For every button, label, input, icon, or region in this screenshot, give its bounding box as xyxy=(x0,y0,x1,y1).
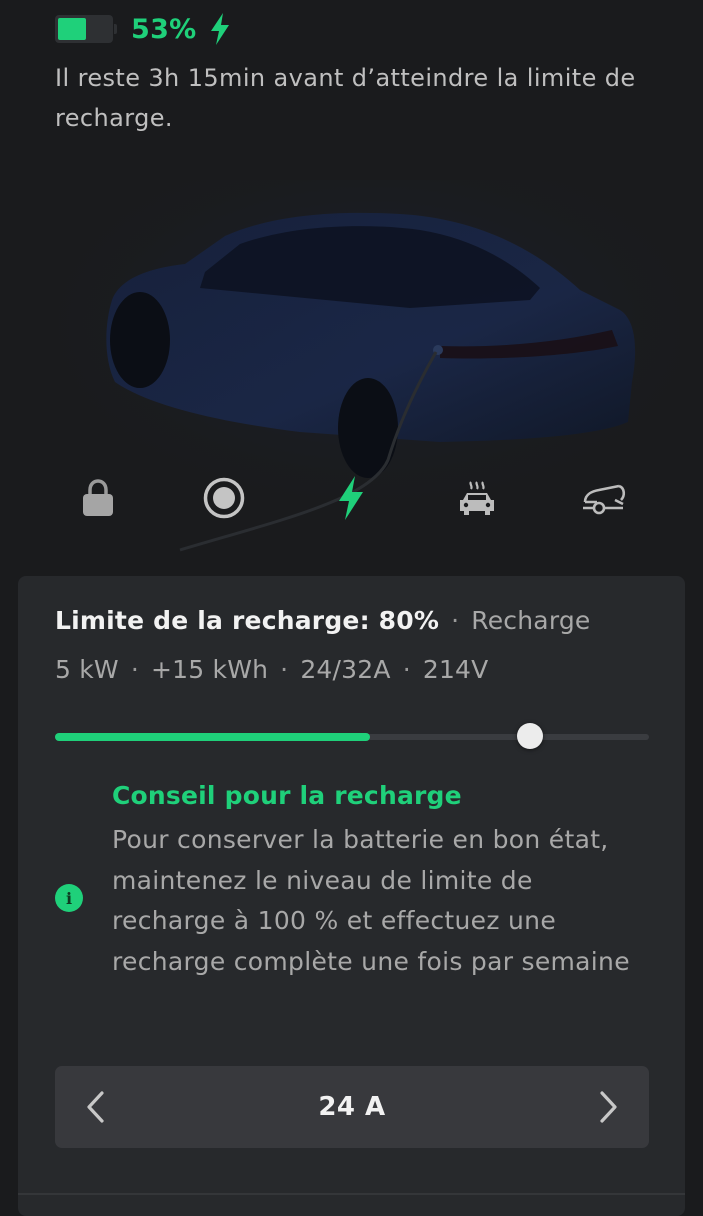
time-remaining-text: Il reste 3h 15min avant d’atteindre la l… xyxy=(55,64,636,132)
tip-body: Pour conserver la batterie en bon état, … xyxy=(112,825,630,976)
current-value: 24/32A xyxy=(300,655,391,684)
charge-button[interactable] xyxy=(321,470,381,526)
energy-added-value: +15 kWh xyxy=(151,655,269,684)
climate-icon xyxy=(460,481,494,515)
battery-icon xyxy=(55,15,117,43)
amperage-value: 24 A xyxy=(318,1092,386,1122)
amperage-stepper: 24 A xyxy=(55,1066,649,1148)
sentry-icon xyxy=(203,477,245,519)
sentry-button[interactable] xyxy=(194,470,254,526)
power-value: 5 kW xyxy=(55,655,119,684)
info-icon: i xyxy=(55,884,83,912)
trunk-button[interactable] xyxy=(573,470,633,526)
slider-handle[interactable] xyxy=(517,723,544,749)
lock-button[interactable] xyxy=(68,470,128,526)
increase-amps-button[interactable] xyxy=(569,1066,649,1148)
voltage-value: 214V xyxy=(422,655,489,684)
slider-charge-fill xyxy=(55,733,370,741)
separator-dot: · xyxy=(402,655,411,684)
charge-limit-label: Limite de la recharge: 80% xyxy=(55,606,440,635)
chevron-left-icon xyxy=(87,1091,104,1123)
separator-dot: · xyxy=(451,606,460,635)
charging-panel: Limite de la recharge: 80% · Recharge 5 kW… xyxy=(18,576,685,1216)
decrease-amps-button[interactable] xyxy=(55,1066,135,1148)
separator-dot: · xyxy=(280,655,289,684)
charge-bolt-icon xyxy=(339,476,363,520)
battery-percent: 53% xyxy=(131,13,197,45)
tip-title: Conseil pour la recharge xyxy=(112,781,462,810)
divider xyxy=(18,1193,685,1195)
lock-icon xyxy=(83,479,113,516)
separator-dot: · xyxy=(130,655,140,684)
charging-stats: 5 kW · +15 kWh · 24/32A · 214V xyxy=(55,655,488,684)
trunk-icon xyxy=(583,484,626,515)
charging-state-label: Recharge xyxy=(471,606,591,635)
charge-limit-slider[interactable] xyxy=(55,723,649,749)
climate-button[interactable] xyxy=(447,470,507,526)
charge-limit-line: Limite de la recharge: 80% · Recharge xyxy=(55,606,591,635)
charging-bolt-icon xyxy=(210,13,229,45)
chevron-right-icon xyxy=(600,1091,617,1123)
battery-status: 53% xyxy=(55,12,231,46)
